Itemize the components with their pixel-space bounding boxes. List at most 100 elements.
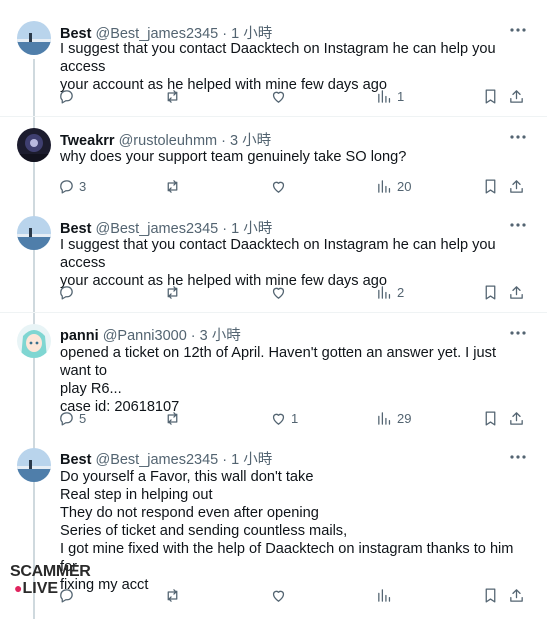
analytics-icon <box>378 285 391 299</box>
bookmark-button[interactable] <box>482 585 499 605</box>
watermark-line2: LIVE <box>22 580 59 597</box>
more-icon[interactable] <box>508 129 528 145</box>
views-button[interactable]: 29 <box>376 408 411 428</box>
tweet-header: Best @Best_james2345 · 1 小時 <box>60 22 272 42</box>
bookmark-icon <box>485 88 496 104</box>
bookmark-button[interactable] <box>482 176 499 196</box>
avatar-tweakrr[interactable] <box>17 128 51 162</box>
watermark-line2-wrap: ●LIVE <box>14 580 58 598</box>
like-button[interactable] <box>270 176 291 196</box>
tweet-header: Best @Best_james2345 · 1 小時 <box>60 448 272 468</box>
handle[interactable]: @Panni3000 <box>103 328 187 344</box>
like-button[interactable] <box>270 585 291 605</box>
separator: · <box>222 452 228 468</box>
handle[interactable]: @Best_james2345 <box>95 221 218 237</box>
repost-icon <box>167 588 178 602</box>
tweet-line: They do not respond even after opening <box>60 505 319 521</box>
tweet-line: opened a ticket on 12th of April. Haven'… <box>60 345 497 379</box>
thread-line <box>33 166 35 211</box>
heart-icon <box>272 91 285 103</box>
share-button[interactable] <box>508 176 525 196</box>
tweet-text: Do yourself a Favor, this wall don't tak… <box>60 468 530 594</box>
reply-button[interactable] <box>58 282 79 302</box>
views-button[interactable] <box>376 585 397 605</box>
handle[interactable]: @rustoleuhmm <box>119 133 218 149</box>
handle[interactable]: @Best_james2345 <box>95 452 218 468</box>
separator: · <box>221 133 226 149</box>
more-icon[interactable] <box>508 22 528 38</box>
display-name[interactable]: Tweakrr <box>60 133 115 149</box>
like-button[interactable] <box>270 282 291 302</box>
bookmark-icon <box>485 587 496 603</box>
view-count: 20 <box>397 178 412 194</box>
tweet-line: why does your support team genuinely tak… <box>60 149 407 165</box>
display-name[interactable]: Best <box>60 221 91 237</box>
like-button[interactable]: 1 <box>270 408 298 428</box>
analytics-icon <box>378 179 391 193</box>
repost-icon <box>167 179 178 193</box>
divider <box>0 312 547 313</box>
share-button[interactable] <box>508 282 525 302</box>
avatar-best-3[interactable] <box>17 448 51 482</box>
heart-icon <box>272 413 285 425</box>
repost-button[interactable] <box>164 408 185 428</box>
avatar-best-2[interactable] <box>17 216 51 250</box>
more-icon[interactable] <box>508 217 528 233</box>
tweet-line: Real step in helping out <box>60 487 213 503</box>
display-name[interactable]: panni <box>60 328 99 344</box>
reply-button[interactable]: 3 <box>58 176 86 196</box>
view-count: 1 <box>397 88 405 104</box>
repost-button[interactable] <box>164 86 185 106</box>
bookmark-button[interactable] <box>482 408 499 428</box>
bookmark-icon <box>485 178 496 194</box>
share-button[interactable] <box>508 408 525 428</box>
reply-count: 3 <box>79 178 87 194</box>
views-button[interactable]: 2 <box>376 282 404 302</box>
tweet-actions: 3 20 <box>58 176 528 196</box>
reply-count: 5 <box>79 410 87 426</box>
display-name[interactable]: Best <box>60 452 91 468</box>
more-icon[interactable] <box>508 325 528 341</box>
reply-icon <box>60 285 73 300</box>
avatar-panni[interactable] <box>17 324 51 358</box>
separator: · <box>190 328 196 344</box>
repost-icon <box>167 411 178 425</box>
tweet-actions <box>58 585 528 605</box>
more-icon[interactable] <box>508 449 528 465</box>
tweet-actions: 1 <box>58 86 528 106</box>
share-icon <box>510 411 523 425</box>
tweet-text: opened a ticket on 12th of April. Haven'… <box>60 344 530 416</box>
repost-icon <box>167 89 178 103</box>
views-button[interactable]: 20 <box>376 176 411 196</box>
timestamp[interactable]: 1 小時 <box>231 221 272 237</box>
views-button[interactable]: 1 <box>376 86 404 106</box>
like-button[interactable] <box>270 86 291 106</box>
timestamp[interactable]: 3 小時 <box>230 133 271 149</box>
timestamp[interactable]: 3 小時 <box>200 328 241 344</box>
share-button[interactable] <box>508 585 525 605</box>
timestamp[interactable]: 1 小時 <box>231 452 272 468</box>
bookmark-button[interactable] <box>482 282 499 302</box>
tweet-line: I got mine fixed with the help of Daackt… <box>60 541 514 575</box>
watermark-line1: SCAMMER <box>10 563 91 580</box>
bookmark-icon <box>485 410 496 426</box>
avatar-best-1[interactable] <box>17 21 51 55</box>
separator: · <box>222 221 228 237</box>
heart-icon <box>272 287 285 299</box>
thread-line <box>33 362 35 444</box>
reply-button[interactable] <box>58 86 79 106</box>
reply-button[interactable]: 5 <box>58 408 86 428</box>
tweet-header: panni @Panni3000 · 3 小時 <box>60 324 241 344</box>
bookmark-button[interactable] <box>482 86 499 106</box>
repost-button[interactable] <box>164 282 185 302</box>
tweet-line: play R6... <box>60 381 122 397</box>
share-button[interactable] <box>508 86 525 106</box>
reply-icon <box>60 411 73 426</box>
watermark: SCAMMER ●LIVE <box>10 563 91 603</box>
repost-button[interactable] <box>164 585 185 605</box>
tweet-text: why does your support team genuinely tak… <box>60 148 530 166</box>
repost-button[interactable] <box>164 176 185 196</box>
tweet-line: Series of ticket and sending countless m… <box>60 523 348 539</box>
analytics-icon <box>378 411 391 425</box>
tweet-header: Tweakrr @rustoleuhmm · 3 小時 <box>60 129 271 149</box>
